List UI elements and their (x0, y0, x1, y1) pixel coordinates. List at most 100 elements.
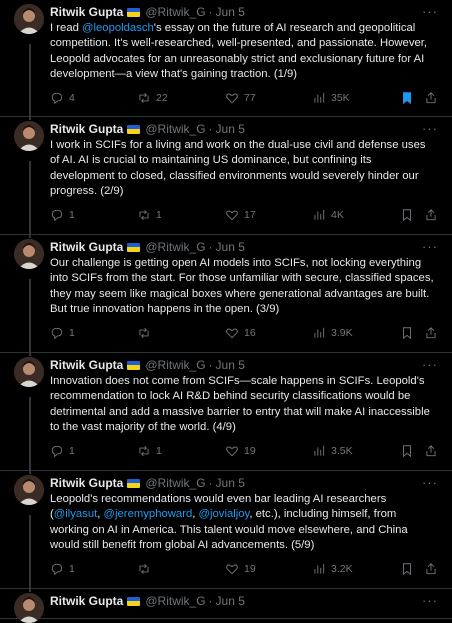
views-button[interactable]: 35K (312, 91, 350, 105)
mention-link[interactable]: @leopoldasch (82, 22, 154, 34)
more-options-icon[interactable]: ··· (422, 593, 438, 608)
reply-button[interactable]: 1 (50, 326, 75, 340)
separator-dot: · (208, 358, 213, 372)
bookmark-icon (403, 327, 411, 340)
author-handle[interactable]: @Ritwik_G (145, 593, 205, 609)
author-handle[interactable]: @Ritwik_G (145, 475, 205, 491)
share-button[interactable] (424, 91, 438, 105)
heart-icon (226, 328, 238, 339)
tweet[interactable]: Ritwik Gupta @Ritwik_G · Jun 5 ··· Leopo… (0, 471, 452, 592)
tweet-actions: 1 16 3.9K (50, 325, 436, 341)
tweet-date[interactable]: Jun 5 (216, 593, 245, 609)
heart-icon (226, 93, 238, 104)
repost-button[interactable] (137, 562, 156, 576)
tweet[interactable]: Ritwik Gupta @Ritwik_G · Jun 5 ··· Innov… (0, 353, 452, 474)
share-icon (426, 563, 436, 575)
ukraine-flag-icon (127, 596, 141, 606)
bookmark-icon (403, 563, 411, 576)
tweet-date[interactable]: Jun 5 (216, 357, 245, 373)
like-button[interactable]: 16 (225, 326, 256, 340)
more-options-icon[interactable]: ··· (422, 121, 438, 136)
ukraine-flag-icon (127, 478, 141, 488)
like-button[interactable]: 19 (225, 562, 256, 576)
share-icon (426, 92, 436, 104)
bookmark-button[interactable] (400, 326, 414, 340)
reply-button[interactable]: 1 (50, 562, 75, 576)
reply-icon (51, 327, 63, 340)
mention-link[interactable]: @jovialjoy (199, 508, 250, 520)
ukraine-flag-icon (127, 124, 141, 134)
repost-button[interactable]: 22 (137, 91, 168, 105)
reply-icon (51, 209, 63, 222)
tweet-date[interactable]: Jun 5 (216, 239, 245, 255)
ukraine-flag-icon (127, 7, 141, 17)
views-icon (314, 445, 325, 456)
avatar[interactable] (14, 593, 44, 623)
author-handle[interactable]: @Ritwik_G (145, 357, 205, 373)
tweet-date[interactable]: Jun 5 (216, 4, 245, 20)
avatar[interactable] (14, 357, 44, 387)
share-button[interactable] (424, 208, 438, 222)
reply-button[interactable]: 1 (50, 444, 75, 458)
views-button[interactable]: 3.2K (312, 562, 353, 576)
avatar[interactable] (14, 239, 44, 269)
tweet-actions: 1 1 19 3.5K (50, 443, 436, 459)
tweet-date[interactable]: Jun 5 (216, 121, 245, 137)
views-icon (314, 209, 325, 220)
views-button[interactable]: 3.5K (312, 444, 353, 458)
views-icon (314, 92, 325, 103)
share-button[interactable] (424, 326, 438, 340)
author-name[interactable]: Ritwik Gupta (50, 239, 123, 255)
author-handle[interactable]: @Ritwik_G (145, 121, 205, 137)
bookmark-button[interactable] (400, 91, 414, 105)
more-options-icon[interactable]: ··· (422, 475, 438, 490)
more-options-icon[interactable]: ··· (422, 239, 438, 254)
mention-link[interactable]: @ilyasut (54, 508, 98, 520)
tweet[interactable]: Ritwik Gupta @Ritwik_G · Jun 5 ··· Our c… (0, 235, 452, 356)
avatar[interactable] (14, 475, 44, 505)
more-options-icon[interactable]: ··· (422, 357, 438, 372)
reply-icon (51, 563, 63, 576)
share-icon (426, 327, 436, 339)
like-button[interactable]: 17 (225, 208, 256, 222)
author-name[interactable]: Ritwik Gupta (50, 121, 123, 137)
like-button[interactable]: 19 (225, 444, 256, 458)
tweet-actions: 1 1 17 4K (50, 207, 436, 223)
tweet[interactable]: Ritwik Gupta @Ritwik_G · Jun 5 ··· (0, 589, 452, 623)
bookmark-button[interactable] (400, 562, 414, 576)
heart-icon (226, 210, 238, 221)
mention-link[interactable]: @jeremyphoward (104, 508, 193, 520)
repost-button[interactable] (137, 326, 156, 340)
author-name[interactable]: Ritwik Gupta (50, 475, 123, 491)
author-handle[interactable]: @Ritwik_G (145, 239, 205, 255)
reply-button[interactable]: 4 (50, 91, 75, 105)
tweet[interactable]: Ritwik Gupta @Ritwik_G · Jun 5 ··· I rea… (0, 0, 452, 120)
tweet-text: Innovation does not come from SCIFs—scal… (50, 375, 430, 434)
repost-button[interactable]: 1 (137, 208, 162, 222)
bookmark-button[interactable] (400, 444, 414, 458)
views-icon (314, 327, 325, 338)
tweet[interactable]: Ritwik Gupta @Ritwik_G · Jun 5 ··· I wor… (0, 117, 452, 238)
more-options-icon[interactable]: ··· (422, 4, 438, 19)
tweet-date[interactable]: Jun 5 (216, 475, 245, 491)
bookmark-button[interactable] (400, 208, 414, 222)
author-name[interactable]: Ritwik Gupta (50, 593, 123, 609)
tweet-header: Ritwik Gupta @Ritwik_G · Jun 5 (50, 475, 442, 491)
share-button[interactable] (424, 444, 438, 458)
repost-button[interactable]: 1 (137, 444, 162, 458)
bookmark-icon (403, 209, 411, 222)
like-button[interactable]: 77 (225, 91, 256, 105)
author-name[interactable]: Ritwik Gupta (50, 4, 123, 20)
bookmark-icon (403, 445, 411, 458)
avatar[interactable] (14, 121, 44, 151)
tweet-text: Leopold's recommendations would even bar… (50, 493, 408, 552)
avatar[interactable] (14, 4, 44, 34)
reply-button[interactable]: 1 (50, 208, 75, 222)
heart-icon (226, 564, 238, 575)
views-button[interactable]: 3.9K (312, 326, 353, 340)
views-button[interactable]: 4K (312, 208, 344, 222)
author-name[interactable]: Ritwik Gupta (50, 357, 123, 373)
bookmark-icon (403, 92, 411, 105)
author-handle[interactable]: @Ritwik_G (145, 4, 205, 20)
share-button[interactable] (424, 562, 438, 576)
